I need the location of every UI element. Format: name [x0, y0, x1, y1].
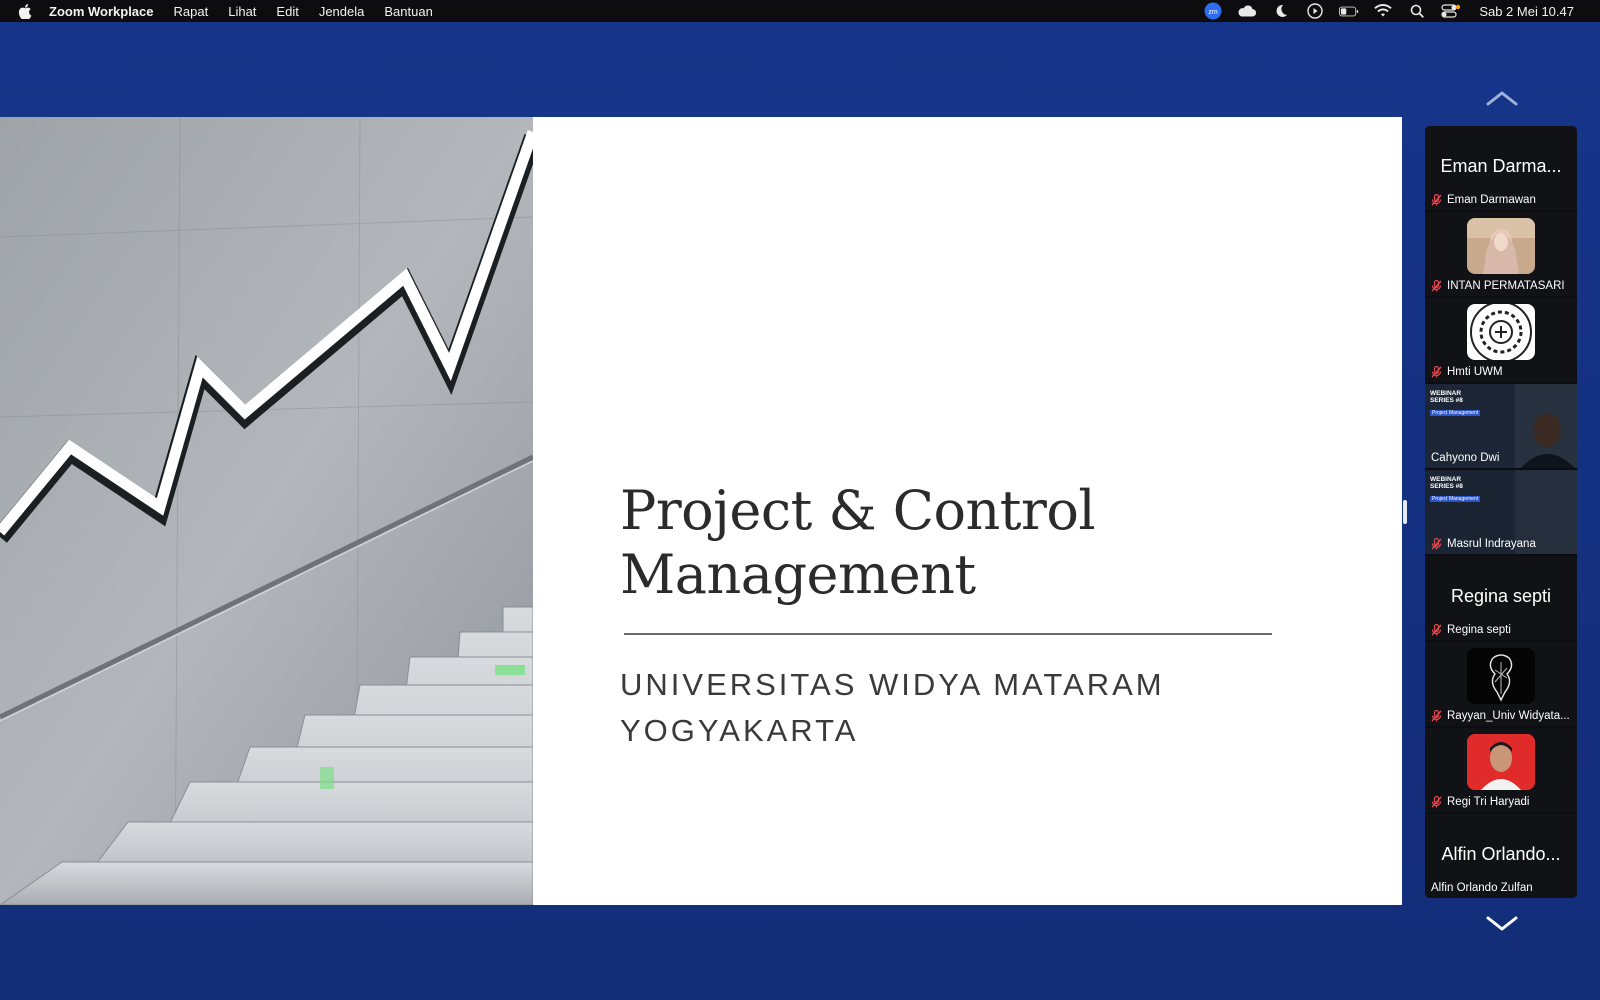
- stairs-growth-image: [0, 117, 533, 905]
- slide-divider: [624, 633, 1272, 635]
- mic-muted-icon: [1431, 280, 1442, 292]
- participant-display-name: Regina septi: [1450, 586, 1552, 606]
- shared-slide: Project & Control Management UNIVERSITAS…: [0, 117, 1402, 905]
- menu-bantuan[interactable]: Bantuan: [384, 4, 432, 19]
- participant-name: Regi Tri Haryadi: [1447, 796, 1530, 808]
- zoom-icon[interactable]: zm: [1203, 2, 1223, 20]
- mic-muted-icon: [1431, 624, 1442, 636]
- control-center-icon[interactable]: [1441, 3, 1461, 19]
- battery-icon[interactable]: [1339, 3, 1359, 19]
- menu-lihat[interactable]: Lihat: [228, 4, 256, 19]
- participant-name: Masrul Indrayana: [1447, 538, 1536, 550]
- slide-subtitle-line2: YOGYAKARTA: [620, 713, 859, 748]
- participant-display-name: Eman Darma...: [1440, 156, 1562, 176]
- avatar: [1467, 218, 1535, 274]
- participant-gallery: Eman Darma... Eman Darmawan INTAN PERMAT…: [1425, 126, 1577, 898]
- participant-tile[interactable]: Eman Darma... Eman Darmawan: [1425, 126, 1577, 210]
- cloud-icon[interactable]: [1237, 3, 1257, 19]
- menu-app-name[interactable]: Zoom Workplace: [49, 4, 154, 19]
- participant-tile[interactable]: Rayyan_Univ Widyata...: [1425, 642, 1577, 726]
- participant-caption: Alfin Orlando Zulfan: [1431, 882, 1533, 894]
- participant-caption: Regi Tri Haryadi: [1431, 796, 1529, 808]
- svg-text:zm: zm: [1209, 9, 1219, 16]
- mic-muted-icon: [1431, 710, 1442, 722]
- mic-muted-icon: [1431, 538, 1442, 550]
- participant-tile[interactable]: Alfin Orlando... Alfin Orlando Zulfan: [1425, 814, 1577, 898]
- participant-name: INTAN PERMATASARI: [1447, 280, 1565, 292]
- participant-display-name: Alfin Orlando...: [1441, 844, 1561, 864]
- menu-edit[interactable]: Edit: [276, 4, 298, 19]
- participant-tile[interactable]: WEBINAR SERIES #8 Project Management Mas…: [1425, 470, 1577, 554]
- webinar-tag: Project Management: [1430, 496, 1481, 502]
- participant-tile-active[interactable]: WEBINAR SERIES #8 Project Management Cah…: [1425, 384, 1577, 468]
- slide-title: Project & Control Management: [620, 479, 1340, 607]
- moon-icon[interactable]: [1271, 3, 1291, 19]
- apple-icon[interactable]: [18, 3, 32, 19]
- participant-caption: Masrul Indrayana: [1431, 538, 1536, 550]
- participant-name: Alfin Orlando Zulfan: [1431, 882, 1533, 894]
- menu-jendela[interactable]: Jendela: [319, 4, 365, 19]
- participant-caption: Rayyan_Univ Widyata...: [1431, 710, 1570, 722]
- participant-name: Cahyono Dwi: [1431, 452, 1500, 464]
- menu-rapat[interactable]: Rapat: [174, 4, 209, 19]
- participant-name: Rayyan_Univ Widyata...: [1447, 710, 1570, 722]
- webinar-tag: Project Management: [1430, 410, 1481, 416]
- participant-name: Hmti UWM: [1447, 366, 1503, 378]
- slide-title-line2: Management: [620, 543, 976, 606]
- participant-tile[interactable]: INTAN PERMATASARI: [1425, 212, 1577, 296]
- slide-subtitle-line1: UNIVERSITAS WIDYA MATARAM: [620, 667, 1165, 702]
- play-icon[interactable]: [1305, 3, 1325, 19]
- webinar-badge: WEBINAR SERIES #8: [1430, 476, 1463, 490]
- participant-caption: INTAN PERMATASARI: [1431, 280, 1565, 292]
- participant-tile[interactable]: Hmti UWM: [1425, 298, 1577, 382]
- slide-title-line1: Project & Control: [620, 479, 1096, 542]
- avatar: [1467, 304, 1535, 360]
- avatar: [1467, 648, 1535, 704]
- participant-caption: Hmti UWM: [1431, 366, 1503, 378]
- participant-tile[interactable]: Regi Tri Haryadi: [1425, 728, 1577, 812]
- slide-subtitle: UNIVERSITAS WIDYA MATARAM YOGYAKARTA: [620, 662, 1340, 754]
- participant-tile[interactable]: Regina septi Regina septi: [1425, 556, 1577, 640]
- menu-bar: Zoom Workplace Rapat Lihat Edit Jendela …: [0, 0, 1600, 22]
- participant-name: Regina septi: [1447, 624, 1511, 636]
- webinar-badge: WEBINAR SERIES #8: [1430, 390, 1463, 404]
- wifi-icon[interactable]: [1373, 3, 1393, 19]
- participant-caption: Cahyono Dwi: [1431, 452, 1499, 464]
- participant-name: Eman Darmawan: [1447, 194, 1536, 206]
- avatar: [1467, 734, 1535, 790]
- participant-caption: Regina septi: [1431, 624, 1511, 636]
- search-icon[interactable]: [1407, 3, 1427, 19]
- panel-resize-handle[interactable]: [1403, 500, 1407, 524]
- chevron-up-icon[interactable]: [1484, 88, 1520, 108]
- menu-clock[interactable]: Sab 2 Mei 10.47: [1479, 4, 1574, 19]
- participant-caption: Eman Darmawan: [1431, 194, 1536, 206]
- mic-muted-icon: [1431, 366, 1442, 378]
- mic-muted-icon: [1431, 194, 1442, 206]
- chevron-down-icon[interactable]: [1484, 914, 1520, 934]
- mic-muted-icon: [1431, 796, 1442, 808]
